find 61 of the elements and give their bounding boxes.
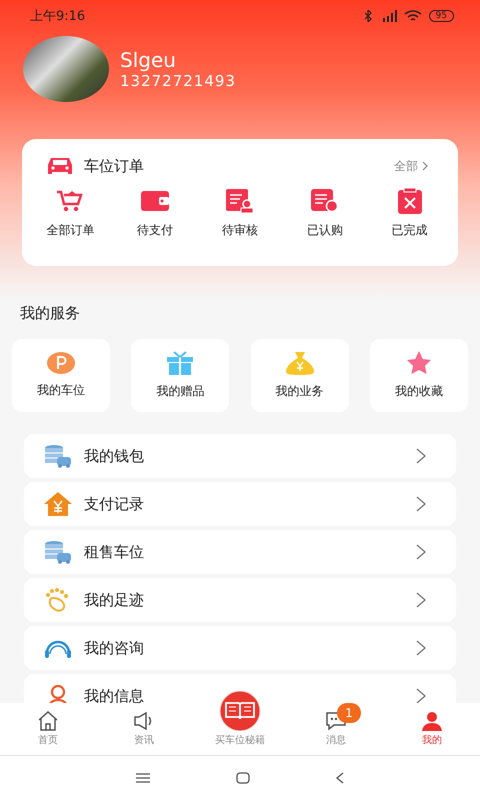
order-status-button[interactable]: 全部订单 [30, 188, 110, 239]
gift-icon [167, 351, 194, 375]
chevron-right-icon [416, 496, 426, 512]
home-icon [37, 711, 59, 731]
service-button[interactable]: 我的业务 [250, 339, 349, 412]
back-icon[interactable] [336, 772, 344, 784]
clipboard-cross-icon [398, 188, 422, 214]
order-status-button[interactable]: 已认购 [284, 188, 365, 239]
order-status-button[interactable]: 待审核 [200, 188, 280, 239]
phone-number: 13272721493 [120, 72, 236, 90]
menu-item[interactable]: 支付记录 [24, 482, 456, 526]
menu-item[interactable]: 我的足迹 [24, 578, 456, 622]
menu-label: 我的信息 [84, 686, 145, 703]
cart-icon [56, 188, 84, 214]
document-person-icon [226, 188, 254, 214]
menu-item[interactable]: 我的信息 [24, 674, 456, 703]
wifi-icon [404, 10, 422, 22]
coins-car-icon [44, 444, 72, 468]
section-title: 我的服务 [19, 303, 81, 323]
status-time: 上午9:16 [30, 8, 86, 25]
chevron-right-icon [416, 640, 426, 656]
document-coin-icon [310, 188, 339, 214]
coins-car-icon [44, 540, 72, 564]
wallet-icon [141, 188, 170, 214]
tab[interactable]: 资讯 [96, 703, 192, 755]
chevron-right-icon [416, 592, 426, 608]
menu-item[interactable]: 我的钱包 [24, 434, 456, 478]
person-icon [421, 711, 443, 731]
tab[interactable]: 首页 [0, 703, 96, 755]
service-button[interactable]: 我的赠品 [131, 339, 230, 412]
bluetooth-icon [364, 10, 372, 22]
menu-label: 我的足迹 [84, 590, 145, 610]
section-title: 车位订单 [84, 156, 145, 176]
service-button[interactable]: 我的收藏 [370, 339, 468, 412]
tab[interactable]: 我的 [384, 703, 480, 755]
view-all-link[interactable]: 全部 [394, 158, 428, 174]
chevron-right-icon [416, 688, 426, 703]
menu-label: 我的钱包 [84, 446, 145, 466]
money-bag-icon [286, 351, 314, 375]
star-icon [406, 351, 432, 375]
battery-indicator: 95 [428, 10, 454, 22]
house-yen-icon [44, 492, 72, 516]
chat-icon [325, 711, 347, 731]
menu-label: 支付记录 [84, 494, 145, 514]
chevron-right-icon [422, 161, 428, 171]
order-status-button[interactable]: 待支付 [115, 188, 196, 239]
chevron-right-icon [416, 448, 426, 464]
parking-icon [47, 352, 75, 374]
service-button[interactable]: 我的车位 [12, 339, 110, 412]
tab[interactable]: 1 消息 [288, 703, 384, 755]
count-badge: 1 [337, 703, 361, 723]
user-name: Slgeu [120, 48, 177, 72]
order-status-button[interactable]: 已完成 [370, 188, 450, 239]
car-icon [46, 156, 74, 176]
menu-label: 租售车位 [84, 542, 145, 562]
chevron-right-icon [416, 544, 426, 560]
menu-label: 我的咨询 [84, 638, 145, 658]
menu-item[interactable]: 我的咨询 [24, 626, 456, 670]
home-button-icon[interactable] [236, 772, 250, 784]
menu-item[interactable]: 租售车位 [24, 530, 456, 574]
menu-icon[interactable] [136, 773, 150, 783]
